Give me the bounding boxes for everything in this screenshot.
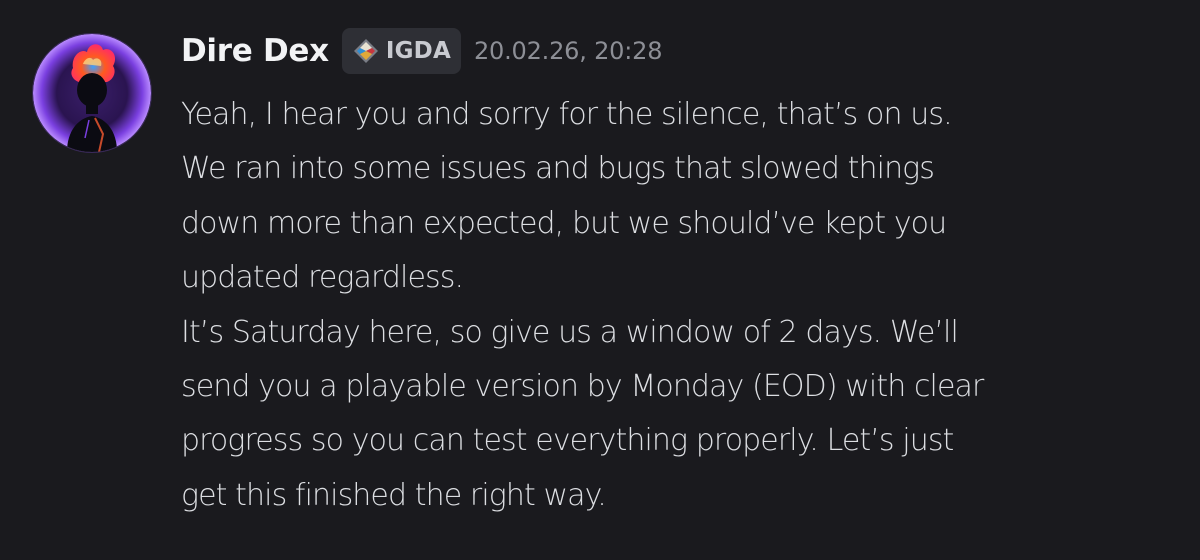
guild-tag[interactable]: IGDA <box>341 28 461 74</box>
message-timestamp[interactable]: 20.02.26, 20:28 <box>474 37 663 65</box>
guild-tag-label: IGDA <box>385 38 451 64</box>
message-header: Dire Dex IGDA 20.02.26, 20:28 <box>181 26 662 76</box>
message-text-line: down more than expected, but we should’v… <box>181 205 947 241</box>
avatar[interactable] <box>33 34 151 152</box>
flaming-head-avatar-icon <box>33 34 151 152</box>
username[interactable]: Dire Dex <box>181 33 329 69</box>
message-text-line: Yeah, I hear you and sorry for the silen… <box>181 97 953 132</box>
diamond-guild-badge-icon <box>353 39 378 63</box>
chat-message: Dire Dex IGDA 20.02.26, 20:28 Yeah, I he… <box>0 0 1200 560</box>
message-text-line: progress so you can test everything prop… <box>181 423 954 459</box>
message-text-line: updated regardless. <box>181 260 464 296</box>
message-text-line: send you a playable version by Monday (E… <box>181 368 984 404</box>
message-text-line: get this finished the right way. <box>181 477 607 513</box>
message-text-line: We ran into some issues and bugs that sl… <box>181 151 935 187</box>
message-text-line: It’s Saturday here, so give us a window … <box>181 314 959 350</box>
message-content: Yeah, I hear you and sorry for the silen… <box>181 88 1181 523</box>
